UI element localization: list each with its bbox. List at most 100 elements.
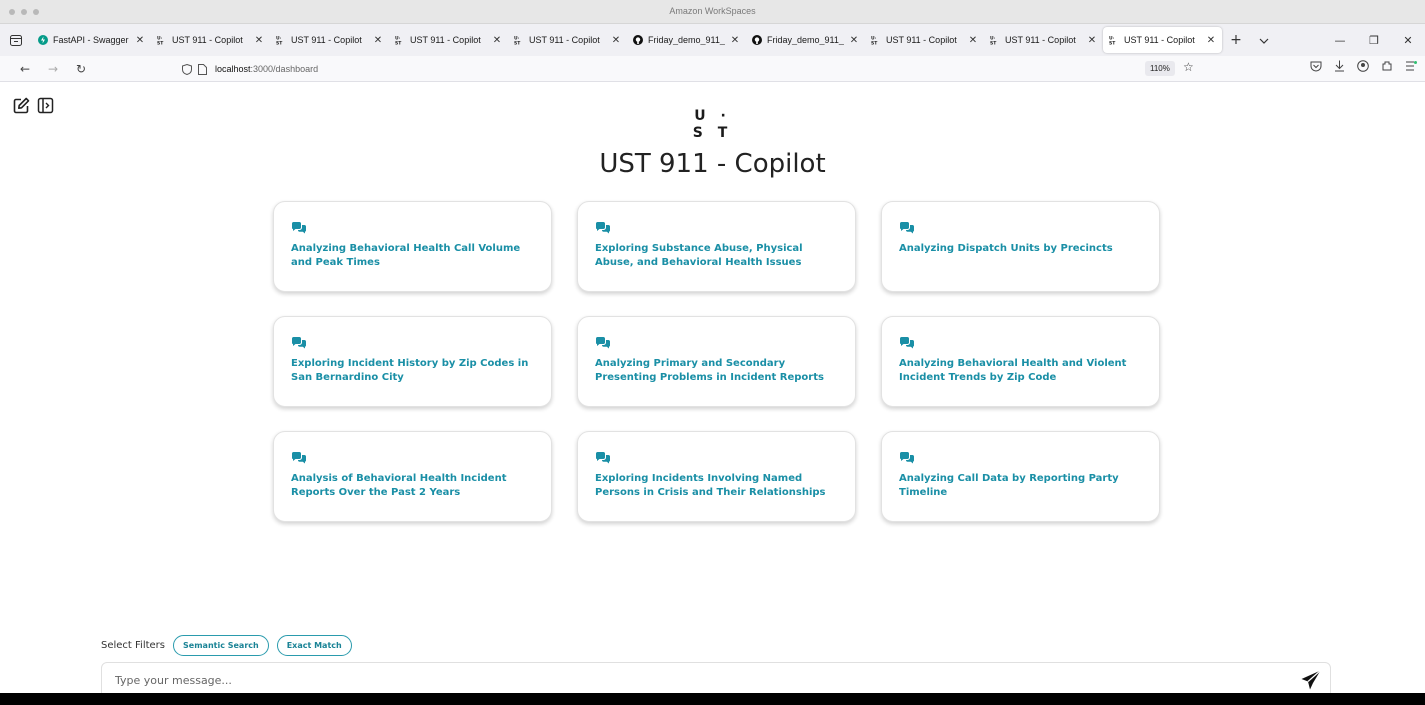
prompt-cards-grid: Analyzing Behavioral Health Call Volume …: [273, 201, 1160, 522]
browser-tab[interactable]: U· ST UST 911 - Copilot ✕: [151, 27, 270, 53]
comments-icon: [291, 219, 307, 234]
svg-text:ST: ST: [276, 41, 283, 46]
message-composer: [101, 662, 1331, 693]
bookmark-star-icon[interactable]: ☆: [1183, 60, 1194, 74]
url-bar[interactable]: localhost:3000/dashboard: [176, 60, 1206, 78]
prompt-card-title: Exploring Incidents Involving Named Pers…: [595, 473, 826, 498]
toolbar-actions: [1310, 60, 1417, 72]
restore-icon[interactable]: ❐: [1357, 34, 1391, 47]
menu-icon[interactable]: [1405, 61, 1417, 71]
prompt-card-title: Analyzing Behavioral Health Call Volume …: [291, 243, 521, 268]
filters-label: Select Filters: [101, 640, 166, 651]
comments-icon: [595, 449, 611, 464]
filter-semantic-search[interactable]: Semantic Search: [173, 635, 269, 656]
tab-close-icon[interactable]: ✕: [492, 35, 502, 46]
tab-close-icon[interactable]: ✕: [135, 35, 145, 46]
ust-logo: U · S T: [0, 108, 1425, 142]
tab-label: Friday_demo_911_c: [648, 35, 725, 45]
send-icon[interactable]: [1300, 669, 1322, 691]
svg-text:ST: ST: [1109, 41, 1116, 46]
account-icon[interactable]: [1357, 60, 1369, 72]
browser-tab[interactable]: Friday_demo_911_c ✕: [746, 27, 865, 53]
prompt-card[interactable]: Analyzing Primary and Secondary Presenti…: [577, 316, 856, 407]
tab-close-icon[interactable]: ✕: [373, 35, 383, 46]
prompt-card[interactable]: Exploring Incident History by Zip Codes …: [273, 316, 552, 407]
tab-close-icon[interactable]: ✕: [1087, 35, 1097, 46]
tab-strip: FastAPI - Swagger U ✕ U· ST UST 911 - Copilo…: [0, 24, 1425, 56]
ust-icon: U· ST: [1109, 35, 1119, 46]
message-input[interactable]: [115, 672, 1265, 688]
tab-label: UST 911 - Copilot: [410, 35, 481, 45]
prompt-card[interactable]: Analyzing Dispatch Units by Precincts: [881, 201, 1160, 292]
tab-label: UST 911 - Copilot: [886, 35, 957, 45]
prompt-card-title: Exploring Incident History by Zip Codes …: [291, 358, 529, 383]
window-controls: — ❐ ✕: [1323, 24, 1425, 56]
comments-icon: [899, 334, 915, 349]
ust-icon: U· ST: [871, 35, 881, 46]
tab-close-icon[interactable]: ✕: [849, 35, 859, 46]
ust-icon: U· ST: [990, 35, 1000, 46]
copilot-dashboard: U · S T UST 911 - Copilot Analyzing Beha…: [0, 87, 1425, 693]
browser-tab[interactable]: U· ST UST 911 - Copilot ✕: [984, 27, 1103, 53]
browser-tab[interactable]: U· ST UST 911 - Copilot ✕: [270, 27, 389, 53]
svg-text:ST: ST: [395, 41, 402, 46]
github-icon: [752, 35, 762, 45]
download-icon[interactable]: [1334, 60, 1345, 72]
browser-tab[interactable]: U· ST UST 911 - Copilot ✕: [1103, 27, 1222, 53]
reload-icon[interactable]: ↻: [67, 62, 95, 76]
tab-close-icon[interactable]: ✕: [730, 35, 740, 46]
logo-line-2: S T: [692, 125, 733, 141]
forward-arrow-icon[interactable]: →: [39, 62, 67, 76]
browser-tab[interactable]: FastAPI - Swagger U ✕: [32, 27, 151, 53]
svg-text:ST: ST: [514, 41, 521, 46]
tab-label: UST 911 - Copilot: [529, 35, 600, 45]
prompt-card[interactable]: Exploring Incidents Involving Named Pers…: [577, 431, 856, 522]
comments-icon: [595, 219, 611, 234]
ust-icon: U· ST: [514, 35, 524, 46]
minimize-icon[interactable]: —: [1323, 34, 1357, 47]
zoom-level-badge[interactable]: 110%: [1145, 61, 1175, 76]
extensions-icon[interactable]: [1381, 60, 1393, 72]
browser-tab[interactable]: U· ST UST 911 - Copilot ✕: [865, 27, 984, 53]
tab-close-icon[interactable]: ✕: [611, 35, 621, 46]
browser-tab[interactable]: U· ST UST 911 - Copilot ✕: [508, 27, 627, 53]
browser-tab[interactable]: U· ST UST 911 - Copilot ✕: [389, 27, 508, 53]
page-icon: [198, 63, 207, 75]
url-host: localhost: [215, 64, 251, 74]
prompt-card[interactable]: Exploring Substance Abuse, Physical Abus…: [577, 201, 856, 292]
fastapi-icon: [38, 35, 48, 45]
tab-menu-chevron-icon[interactable]: [1250, 32, 1278, 48]
pocket-icon[interactable]: [1310, 61, 1322, 72]
tab-label: UST 911 - Copilot: [1005, 35, 1076, 45]
tab-label: UST 911 - Copilot: [1124, 35, 1195, 45]
svg-text:ST: ST: [990, 41, 997, 46]
prompt-card-title: Analyzing Call Data by Reporting Party T…: [899, 473, 1119, 498]
prompt-card[interactable]: Analysis of Behavioral Health Incident R…: [273, 431, 552, 522]
comments-icon: [595, 334, 611, 349]
logo-line-1: U ·: [694, 108, 731, 124]
filter-exact-match[interactable]: Exact Match: [276, 635, 352, 656]
back-arrow-icon[interactable]: ←: [11, 62, 39, 76]
tab-label: UST 911 - Copilot: [172, 35, 243, 45]
new-tab-button[interactable]: +: [1222, 32, 1250, 48]
prompt-card[interactable]: Analyzing Behavioral Health Call Volume …: [273, 201, 552, 292]
tab-close-icon[interactable]: ✕: [968, 35, 978, 46]
prompt-card[interactable]: Analyzing Call Data by Reporting Party T…: [881, 431, 1160, 522]
browser-window: Amazon WorkSpaces FastAPI - Swagger U ✕ U·…: [0, 0, 1425, 693]
tab-list-icon[interactable]: [0, 34, 32, 46]
tab-close-icon[interactable]: ✕: [254, 35, 264, 46]
tab-close-icon[interactable]: ✕: [1206, 35, 1216, 46]
page-title: UST 911 - Copilot: [599, 149, 826, 179]
svg-text:ST: ST: [871, 41, 878, 46]
close-icon[interactable]: ✕: [1391, 34, 1425, 47]
url-path: :3000/dashboard: [250, 64, 319, 74]
shield-icon: [182, 63, 192, 75]
ust-icon: U· ST: [395, 35, 405, 46]
prompt-card-title: Analyzing Behavioral Health and Violent …: [899, 358, 1127, 383]
browser-tab[interactable]: Friday_demo_911_c ✕: [627, 27, 746, 53]
prompt-card-title: Exploring Substance Abuse, Physical Abus…: [595, 243, 803, 268]
navigation-bar: ← → ↻ localhost:3000/dashboard 110% ☆: [0, 56, 1425, 82]
prompt-card[interactable]: Analyzing Behavioral Health and Violent …: [881, 316, 1160, 407]
prompt-card-title: Analyzing Dispatch Units by Precincts: [899, 243, 1113, 254]
comments-icon: [899, 219, 915, 234]
